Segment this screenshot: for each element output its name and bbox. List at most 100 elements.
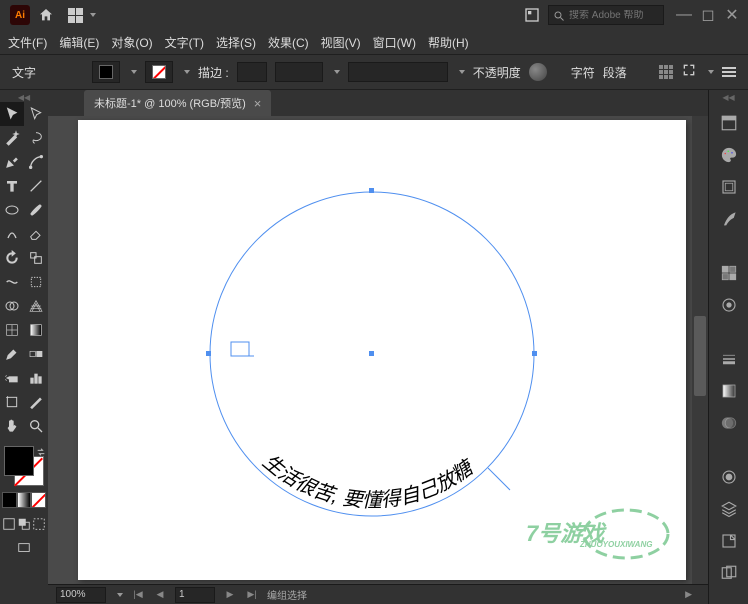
brushes-panel-icon[interactable]	[718, 208, 740, 230]
transform-panel-icon[interactable]	[681, 62, 697, 83]
layers-panel-icon[interactable]	[718, 498, 740, 520]
scale-tool[interactable]	[24, 246, 48, 270]
chevron-down-icon[interactable]	[131, 70, 137, 74]
direct-selection-tool[interactable]	[24, 102, 48, 126]
status-flyout-icon[interactable]: ▶	[685, 589, 692, 600]
canvas[interactable]: 生活很苦, 要懂得自己放糖 7号游戏 ZHUOYOUXIWANG	[48, 116, 708, 584]
selection-center-handle[interactable]	[369, 351, 374, 356]
paintbrush-tool[interactable]	[24, 198, 48, 222]
lasso-tool[interactable]	[24, 126, 48, 150]
pen-tool[interactable]	[0, 150, 24, 174]
fill-stroke-control[interactable]	[0, 442, 48, 490]
minimize-button[interactable]: —	[674, 6, 694, 24]
workspace-switcher[interactable]	[62, 8, 102, 23]
last-artboard-button[interactable]: ▶|	[245, 588, 259, 602]
zoom-input[interactable]	[56, 587, 106, 603]
shaper-tool[interactable]	[0, 222, 24, 246]
first-artboard-button[interactable]: |◀	[131, 588, 145, 602]
properties-panel-icon[interactable]	[718, 112, 740, 134]
color-mode-none[interactable]	[31, 492, 46, 508]
draw-inside-icon[interactable]	[31, 516, 46, 532]
chevron-down-icon[interactable]	[184, 70, 190, 74]
type-tool[interactable]	[0, 174, 24, 198]
gradient-tool[interactable]	[24, 318, 48, 342]
curvature-tool[interactable]	[24, 150, 48, 174]
chevron-down-icon[interactable]	[117, 593, 123, 597]
stroke-label[interactable]: 描边 :	[198, 64, 229, 81]
help-search[interactable]	[548, 5, 664, 25]
chevron-down-icon[interactable]	[459, 70, 465, 74]
width-tool[interactable]	[0, 270, 24, 294]
menu-view[interactable]: 视图(V)	[321, 34, 361, 51]
maximize-button[interactable]: ◻	[698, 6, 718, 24]
selection-tool[interactable]	[0, 102, 24, 126]
magic-wand-tool[interactable]	[0, 126, 24, 150]
home-icon[interactable]	[34, 3, 58, 27]
path-text[interactable]: 生活很苦, 要懂得自己放糖	[258, 451, 479, 513]
artboard-tool[interactable]	[0, 390, 24, 414]
zoom-tool[interactable]	[24, 414, 48, 438]
recolor-icon[interactable]	[529, 63, 547, 81]
chevron-down-icon[interactable]	[334, 70, 340, 74]
toolbox-collapse-icon[interactable]: ◀◀	[0, 92, 48, 102]
stroke-swatch[interactable]	[145, 61, 173, 83]
hand-tool[interactable]	[0, 414, 24, 438]
draw-normal-icon[interactable]	[2, 516, 17, 532]
document-tab[interactable]: 未标题-1* @ 100% (RGB/预览) ×	[84, 90, 271, 116]
align-grid-icon[interactable]	[659, 65, 673, 79]
artboard-number-input[interactable]	[175, 587, 215, 603]
vertical-scrollbar[interactable]	[692, 116, 708, 584]
free-transform-tool[interactable]	[24, 270, 48, 294]
symbols-panel-icon[interactable]	[718, 294, 740, 316]
selected-circle-path[interactable]: 生活很苦, 要懂得自己放糖	[208, 190, 536, 518]
artboard[interactable]: 生活很苦, 要懂得自己放糖 7号游戏 ZHUOYOUXIWANG	[78, 120, 686, 580]
artboards-panel-icon[interactable]	[718, 562, 740, 584]
menu-select[interactable]: 选择(S)	[216, 34, 256, 51]
menu-effect[interactable]: 效果(C)	[268, 34, 309, 51]
slice-tool[interactable]	[24, 390, 48, 414]
search-input[interactable]	[569, 10, 659, 21]
panel-menu-icon[interactable]	[722, 67, 736, 77]
menu-type[interactable]: 文字(T)	[165, 34, 204, 51]
close-button[interactable]: ✕	[722, 6, 742, 24]
stroke-panel-icon[interactable]	[718, 348, 740, 370]
brush-definition-select[interactable]	[275, 62, 323, 82]
eyedropper-tool[interactable]	[0, 342, 24, 366]
chevron-down-icon[interactable]	[708, 70, 714, 74]
libraries-panel-icon[interactable]	[718, 176, 740, 198]
asset-export-panel-icon[interactable]	[718, 530, 740, 552]
gradient-panel-icon[interactable]	[718, 380, 740, 402]
selection-handle[interactable]	[369, 188, 374, 193]
ellipse-tool[interactable]	[0, 198, 24, 222]
fill-color[interactable]	[4, 446, 34, 476]
next-artboard-button[interactable]: ▶	[223, 588, 237, 602]
blend-tool[interactable]	[24, 342, 48, 366]
appearance-panel-icon[interactable]	[718, 466, 740, 488]
character-panel-link[interactable]: 字符	[571, 64, 595, 81]
transparency-panel-icon[interactable]	[718, 412, 740, 434]
fill-swatch[interactable]	[92, 61, 120, 83]
color-panel-icon[interactable]	[718, 144, 740, 166]
shape-builder-tool[interactable]	[0, 294, 24, 318]
color-mode-gradient[interactable]	[17, 492, 32, 508]
paragraph-panel-link[interactable]: 段落	[603, 64, 627, 81]
symbol-sprayer-tool[interactable]	[0, 366, 24, 390]
prev-artboard-button[interactable]: ◀	[153, 588, 167, 602]
column-graph-tool[interactable]	[24, 366, 48, 390]
draw-behind-icon[interactable]	[17, 516, 32, 532]
style-select[interactable]	[348, 62, 448, 82]
menu-object[interactable]: 对象(O)	[111, 34, 152, 51]
color-mode-solid[interactable]	[2, 492, 17, 508]
line-segment-tool[interactable]	[24, 174, 48, 198]
eraser-tool[interactable]	[24, 222, 48, 246]
swap-fill-stroke-icon[interactable]	[36, 444, 46, 454]
menu-window[interactable]: 窗口(W)	[373, 34, 416, 51]
menu-edit[interactable]: 编辑(E)	[59, 34, 99, 51]
selection-handle[interactable]	[532, 351, 537, 356]
swatches-panel-icon[interactable]	[718, 262, 740, 284]
perspective-grid-tool[interactable]	[24, 294, 48, 318]
mesh-tool[interactable]	[0, 318, 24, 342]
stroke-weight-input[interactable]	[237, 62, 267, 82]
arrange-documents-icon[interactable]	[520, 3, 544, 27]
selection-handle[interactable]	[206, 351, 211, 356]
